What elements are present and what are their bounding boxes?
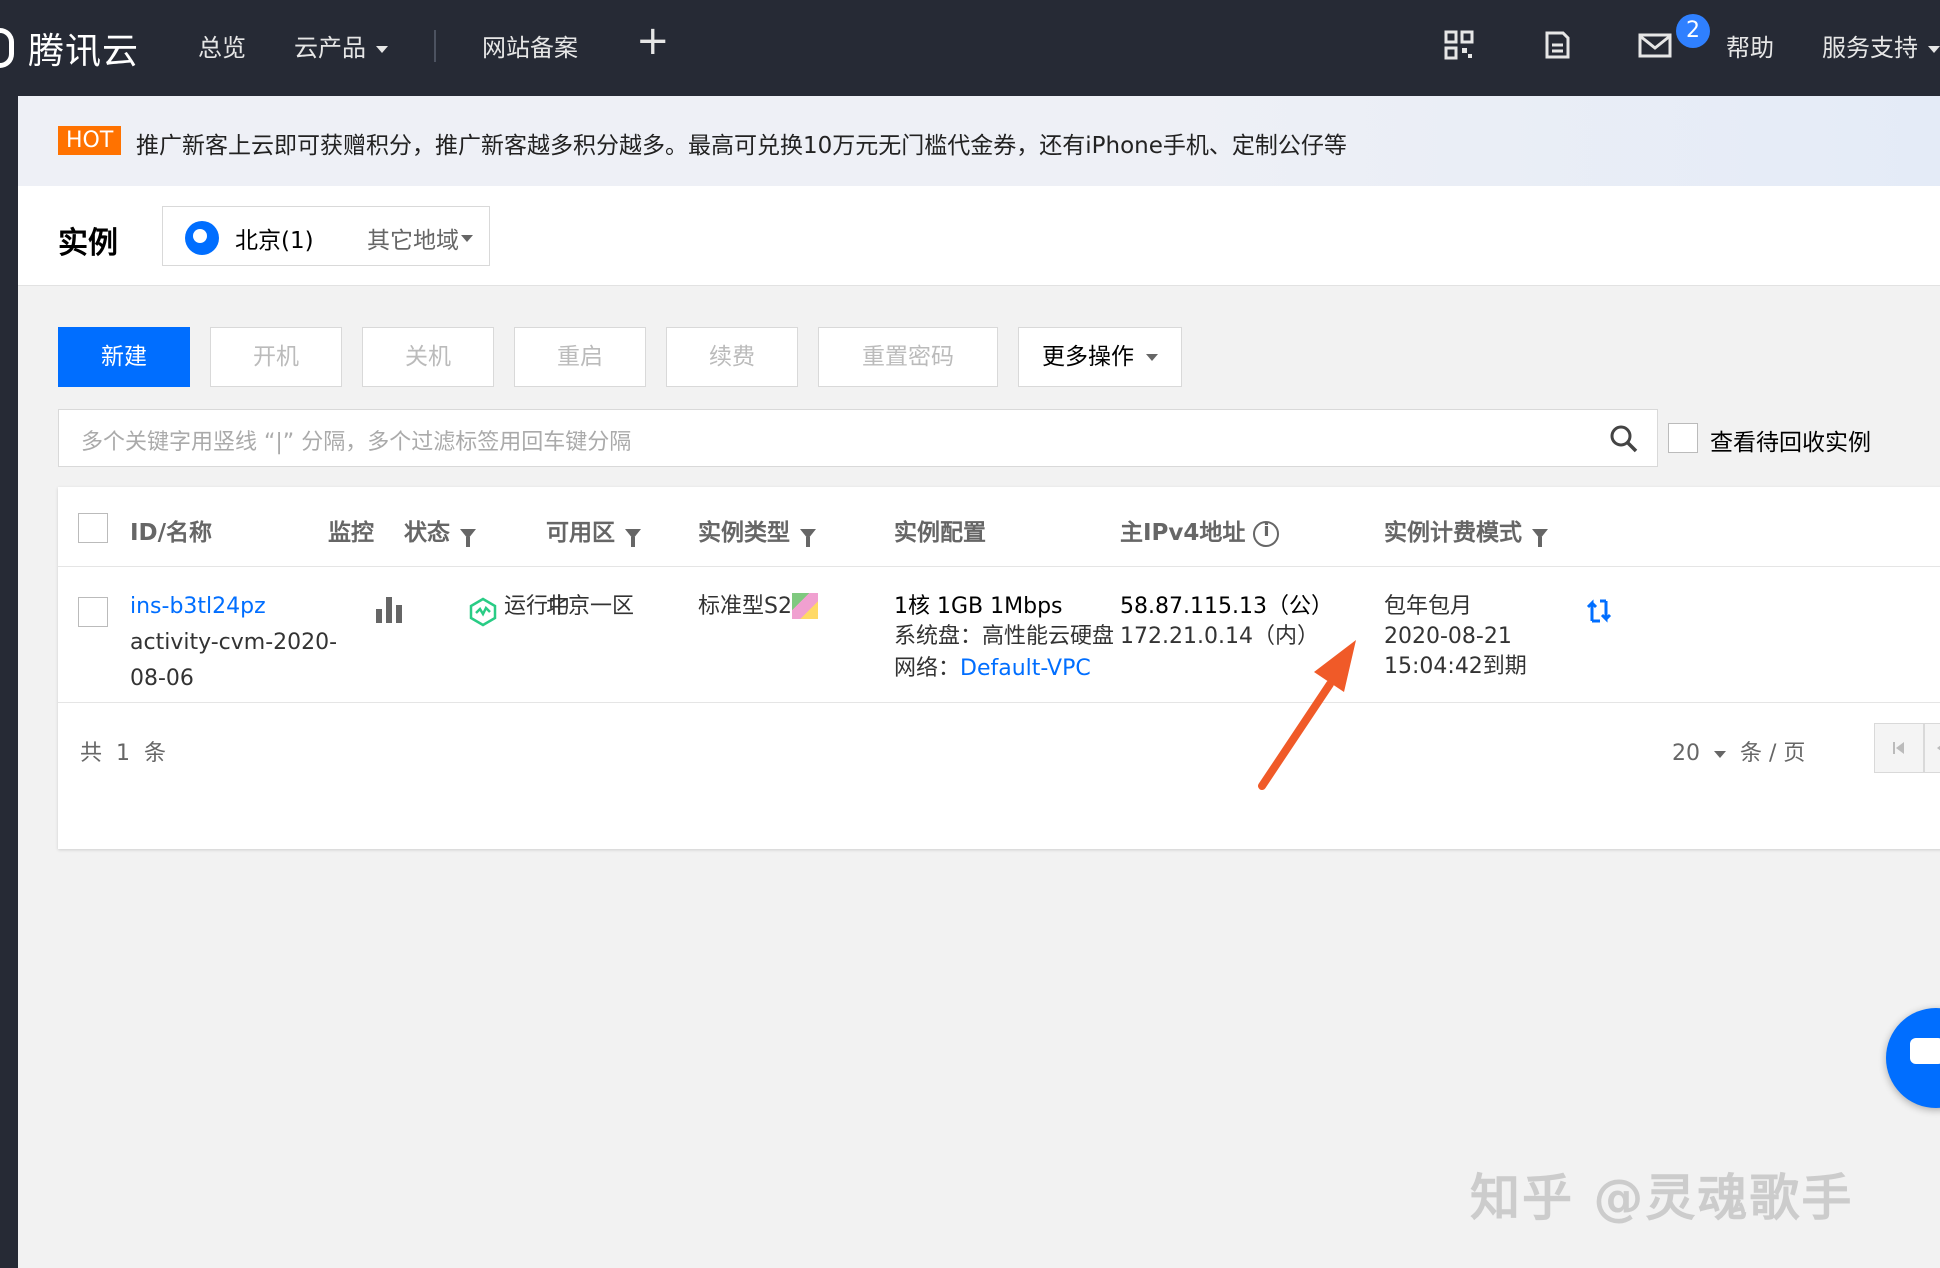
instance-name: activity-cvm-2020- — [130, 630, 338, 655]
page-title: 实例 — [58, 226, 118, 261]
filter-icon[interactable] — [460, 528, 476, 547]
instance-type-badge-icon — [791, 593, 818, 619]
search-placeholder: 多个关键字用竖线 “|” 分隔，多个过滤标签用回车键分隔 — [81, 430, 632, 455]
chat-bubble-icon — [1910, 1038, 1940, 1064]
search-icon[interactable] — [1609, 424, 1639, 454]
region-selector[interactable]: 北京(1) 其它地域 — [162, 206, 490, 266]
renew-button[interactable]: 续费 — [666, 327, 798, 387]
page-size-unit: 条 / 页 — [1740, 741, 1806, 766]
logo-text: 腾讯云 — [28, 31, 140, 72]
start-button[interactable]: 开机 — [210, 327, 342, 387]
qrcode-icon[interactable] — [1444, 30, 1474, 60]
prev-page-button[interactable] — [1924, 723, 1940, 773]
mail-icon[interactable] — [1638, 30, 1672, 60]
vpc-link[interactable]: Default-VPC — [960, 656, 1091, 681]
logo-icon — [0, 28, 14, 68]
nav-products-label: 云产品 — [294, 34, 366, 62]
select-all-checkbox[interactable] — [78, 513, 108, 543]
column-status[interactable]: 状态 — [404, 513, 476, 547]
chevron-down-icon — [1146, 354, 1158, 361]
new-instance-button[interactable]: 新建 — [58, 327, 190, 387]
column-billing[interactable]: 实例计费模式 — [1384, 513, 1548, 547]
instance-type-label: 标准型S2 — [698, 594, 792, 619]
first-page-icon — [1893, 742, 1904, 754]
promo-text[interactable]: 推广新客上云即可获赠积分，推广新客越多积分越多。最高可兑换10万元无门槛代金券，… — [136, 126, 1347, 160]
page-size-selector[interactable]: 20 条 / 页 — [1672, 735, 1805, 767]
region-current[interactable]: 北京(1) — [235, 221, 314, 255]
nav-overview[interactable]: 总览 — [198, 28, 246, 63]
filter-icon[interactable] — [625, 528, 641, 547]
instance-name-cont: 08-06 — [130, 666, 194, 691]
watermark: 知乎 @灵魂歌手 — [1470, 1169, 1854, 1227]
column-ipv4-label: 主IPv4地址 — [1120, 520, 1246, 546]
billing-expire-time: 15:04:42到期 — [1384, 654, 1527, 679]
document-icon[interactable] — [1542, 30, 1572, 60]
add-shortcut-icon[interactable]: + — [636, 18, 670, 64]
main-content: 新建 开机 关机 重启 续费 重置密码 更多操作 多个关键字用竖线 “|” 分隔… — [18, 287, 1940, 1268]
nav-support[interactable]: 服务支持 — [1822, 28, 1940, 63]
restart-button[interactable]: 重启 — [514, 327, 646, 387]
recycle-label[interactable]: 查看待回收实例 — [1710, 423, 1871, 457]
column-billing-label: 实例计费模式 — [1384, 520, 1522, 546]
promo-banner[interactable]: HOT 推广新客上云即可获赠积分，推广新客越多积分越多。最高可兑换10万元无门槛… — [18, 96, 1940, 186]
config-network: 网络：Default-VPC — [894, 651, 1091, 687]
instance-id-link[interactable]: ins-b3tl24pz — [130, 589, 266, 625]
table-row: ins-b3tl24pz activity-cvm-2020- 08-06 运行… — [58, 567, 1940, 703]
region-other[interactable]: 其它地域 — [367, 221, 459, 255]
config-disk: 系统盘：高性能云硬盘 — [894, 624, 1115, 649]
table-header: ID/名称 监控 状态 可用区 实例类型 实例配置 主IPv4地址 实例计费模式… — [58, 487, 1940, 567]
nav-help[interactable]: 帮助 — [1726, 28, 1774, 63]
column-id-name: ID/名称 — [130, 520, 213, 546]
info-icon[interactable] — [1253, 520, 1280, 547]
monitor-chart-icon[interactable] — [376, 597, 406, 623]
stop-button[interactable]: 关机 — [362, 327, 494, 387]
mail-count-badge: 2 — [1676, 14, 1710, 48]
filter-icon[interactable] — [1532, 528, 1548, 547]
filter-icon[interactable] — [800, 528, 816, 547]
nav-support-label: 服务支持 — [1822, 34, 1918, 62]
nav-divider — [434, 30, 436, 62]
sidebar-collapsed — [0, 96, 18, 1268]
nav-icp-filing[interactable]: 网站备案 — [482, 28, 578, 63]
first-page-button[interactable] — [1874, 723, 1924, 773]
hot-tag: HOT — [58, 126, 122, 155]
logo[interactable]: 腾讯云 — [0, 22, 139, 74]
table-footer: 共 1 条 20 条 / 页 — [58, 703, 1940, 849]
column-config: 实例配置 — [894, 520, 986, 546]
page-size-value: 20 — [1672, 741, 1700, 766]
column-zone-label: 可用区 — [546, 520, 615, 546]
column-status-label: 状态 — [404, 520, 450, 546]
swap-ip-icon[interactable] — [1586, 597, 1614, 625]
total-count: 共 1 条 — [80, 741, 166, 766]
globe-icon — [185, 221, 219, 255]
chevron-down-icon[interactable] — [461, 235, 473, 242]
instance-type: 标准型S2 — [698, 589, 818, 625]
chevron-down-icon — [1714, 750, 1726, 758]
row-checkbox[interactable] — [78, 597, 108, 627]
instance-zone: 北京一区 — [546, 594, 635, 619]
nav-products[interactable]: 云产品 — [294, 28, 388, 63]
column-zone[interactable]: 可用区 — [546, 513, 641, 547]
column-instance-type-label: 实例类型 — [698, 520, 790, 546]
instance-table: ID/名称 监控 状态 可用区 实例类型 实例配置 主IPv4地址 实例计费模式… — [58, 487, 1940, 849]
column-instance-type[interactable]: 实例类型 — [698, 513, 816, 547]
chevron-down-icon — [1928, 45, 1940, 53]
page-header: 实例 北京(1) 其它地域 — [18, 186, 1940, 286]
top-navigation-bar: 腾讯云 总览 云产品 网站备案 + 2 帮助 服务支持 — [0, 0, 1940, 96]
private-ip: 172.21.0.14（内） — [1120, 624, 1319, 649]
search-input[interactable]: 多个关键字用竖线 “|” 分隔，多个过滤标签用回车键分隔 — [58, 409, 1658, 467]
more-actions-button[interactable]: 更多操作 — [1018, 327, 1182, 387]
column-ipv4: 主IPv4地址 — [1120, 513, 1280, 547]
column-monitor: 监控 — [328, 520, 374, 546]
more-actions-label: 更多操作 — [1042, 344, 1134, 370]
config-network-label: 网络： — [894, 656, 961, 681]
chevron-down-icon — [376, 45, 388, 53]
reset-password-button[interactable]: 重置密码 — [818, 327, 998, 387]
running-status-icon — [469, 597, 497, 627]
recycle-checkbox[interactable] — [1668, 423, 1698, 453]
prev-page-icon — [1937, 745, 1940, 751]
